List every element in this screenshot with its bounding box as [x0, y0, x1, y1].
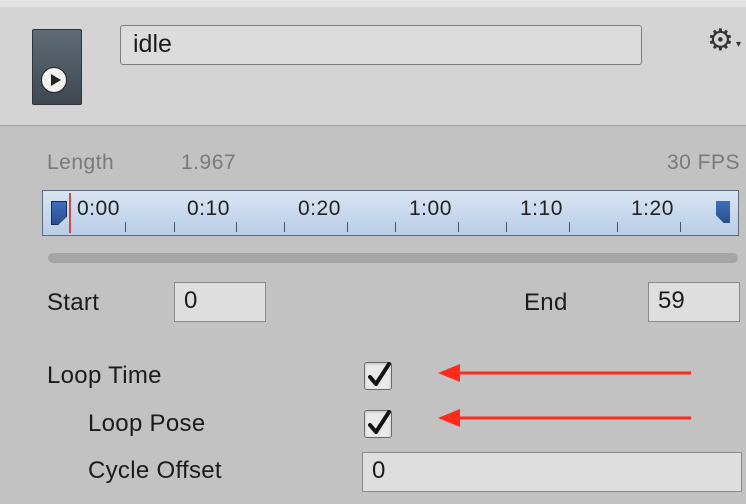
start-label: Start — [47, 289, 100, 316]
loop-time-checkbox[interactable] — [364, 362, 392, 390]
timeline-tick-label: 0:00 — [77, 197, 120, 220]
fps-label: 30 FPS — [666, 151, 740, 174]
clip-header: idle ⚙ ▾ — [0, 0, 746, 126]
timeline-tick — [617, 222, 618, 232]
timeline-tick-label: 1:10 — [520, 197, 563, 220]
checkmark-icon — [368, 362, 391, 386]
header-top-strip — [0, 1, 746, 7]
timeline-tick-label: 1:20 — [631, 197, 674, 220]
cycle-offset-label: Cycle Offset — [88, 457, 222, 484]
length-label: Length — [47, 151, 115, 174]
checkmark-icon — [368, 410, 391, 434]
play-icon[interactable] — [41, 67, 67, 93]
gear-icon[interactable]: ⚙ — [707, 23, 734, 58]
loop-pose-checkbox[interactable] — [364, 410, 392, 438]
clip-name-field[interactable]: idle — [120, 25, 642, 65]
timeline-tick — [347, 222, 348, 232]
timeline-tick — [680, 222, 681, 232]
clip-timeline[interactable]: 0:00 0:10 0:20 1:00 1:10 1:20 — [42, 190, 739, 236]
animation-clip-icon[interactable] — [32, 29, 82, 105]
playhead[interactable] — [69, 193, 71, 233]
length-value: 1.967 — [181, 151, 237, 174]
red-arrow-annotation — [438, 364, 691, 382]
cycle-offset-field[interactable]: 0 — [362, 452, 742, 492]
timeline-scrollbar[interactable] — [48, 253, 738, 263]
loop-time-label: Loop Time — [47, 362, 162, 389]
timeline-tick — [174, 222, 175, 232]
timeline-tick — [458, 222, 459, 232]
chevron-down-icon[interactable]: ▾ — [736, 39, 741, 50]
timeline-tick — [125, 222, 126, 232]
end-label: End — [524, 289, 568, 316]
end-field[interactable]: 59 — [648, 282, 740, 322]
timeline-tick-label: 0:10 — [187, 197, 230, 220]
timeline-tick — [236, 222, 237, 232]
timeline-tick — [395, 222, 396, 232]
timeline-tick-label: 1:00 — [409, 197, 452, 220]
timeline-tick — [569, 222, 570, 232]
start-handle-icon[interactable] — [51, 201, 67, 225]
red-arrow-annotation — [438, 409, 691, 427]
timeline-tick-label: 0:20 — [298, 197, 341, 220]
start-field[interactable]: 0 — [174, 282, 266, 322]
timeline-tick — [284, 222, 285, 232]
timeline-tick — [506, 222, 507, 232]
loop-pose-label: Loop Pose — [88, 410, 206, 437]
end-handle-icon[interactable] — [716, 201, 730, 223]
